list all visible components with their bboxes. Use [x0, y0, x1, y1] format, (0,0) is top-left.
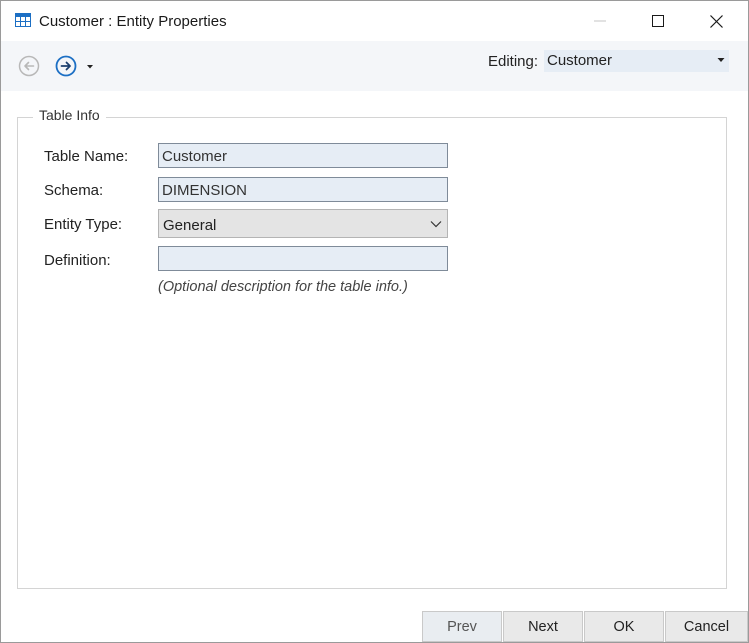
- minimize-button[interactable]: [571, 1, 629, 41]
- maximize-icon: [652, 15, 664, 27]
- window-title: Customer : Entity Properties: [39, 13, 227, 30]
- back-arrow-icon[interactable]: [17, 54, 41, 78]
- table-name-field[interactable]: Customer: [158, 143, 448, 168]
- toolbar: Editing: Customer: [1, 41, 748, 91]
- definition-hint: (Optional description for the table info…: [158, 279, 408, 295]
- table-name-label: Table Name:: [44, 148, 129, 165]
- table-name-value: Customer: [162, 148, 228, 165]
- entity-type-value: General: [163, 217, 217, 234]
- close-button[interactable]: [687, 1, 745, 41]
- table-icon: [15, 13, 31, 27]
- editing-select[interactable]: Customer: [544, 50, 729, 72]
- chevron-down-icon: [430, 221, 442, 228]
- ok-button[interactable]: OK: [584, 611, 664, 642]
- minimize-icon: [594, 20, 606, 22]
- definition-label: Definition:: [44, 252, 111, 269]
- forward-arrow-icon[interactable]: [54, 54, 78, 78]
- title-bar: Customer : Entity Properties: [1, 1, 748, 41]
- editing-label: Editing:: [488, 53, 539, 70]
- dropdown-arrow-icon: [717, 58, 725, 62]
- next-button[interactable]: Next: [503, 611, 583, 642]
- editing-select-value: Customer: [547, 52, 613, 69]
- schema-label: Schema:: [44, 182, 104, 199]
- schema-value: DIMENSION: [162, 182, 248, 199]
- entity-type-label: Entity Type:: [44, 216, 123, 233]
- entity-properties-window: Customer : Entity Properties Editing: Cu…: [0, 0, 749, 643]
- table-info-legend: Table Info: [33, 107, 106, 123]
- entity-type-select[interactable]: General: [158, 209, 448, 238]
- chevron-down-icon[interactable]: [85, 63, 95, 71]
- maximize-button[interactable]: [629, 1, 687, 41]
- definition-field[interactable]: [158, 246, 448, 271]
- prev-button[interactable]: Prev: [422, 611, 502, 642]
- schema-field[interactable]: DIMENSION: [158, 177, 448, 202]
- close-icon: [709, 14, 723, 28]
- cancel-button[interactable]: Cancel: [665, 611, 748, 642]
